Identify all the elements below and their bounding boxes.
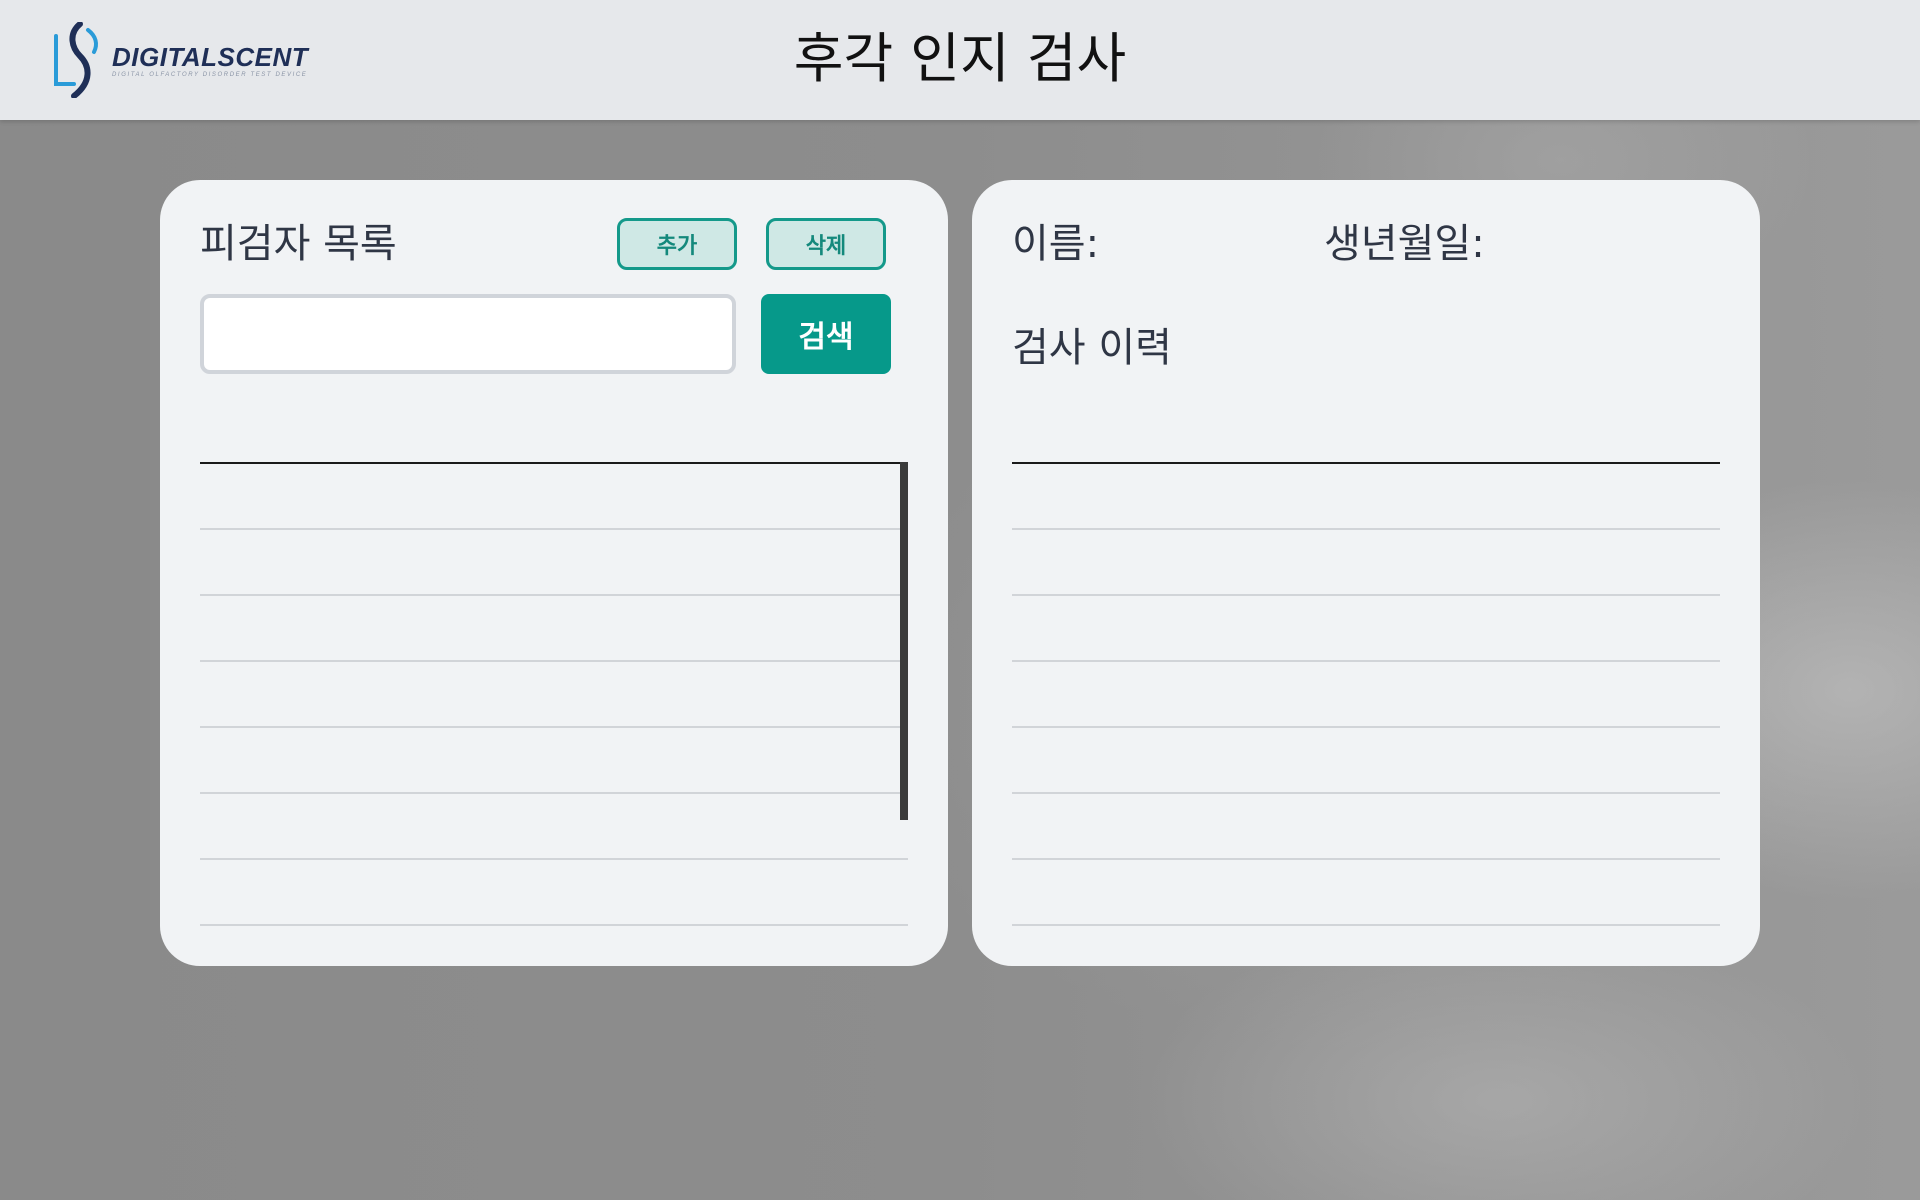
list-item[interactable] xyxy=(200,728,908,794)
table-row[interactable] xyxy=(1012,464,1720,530)
subject-search-input[interactable] xyxy=(200,294,736,374)
list-item[interactable] xyxy=(200,464,908,530)
table-row[interactable] xyxy=(1012,662,1720,728)
list-scrollbar[interactable] xyxy=(900,462,908,820)
search-button[interactable]: 검색 xyxy=(761,294,891,374)
table-row[interactable] xyxy=(1012,596,1720,662)
subject-list-panel: 피검자 목록 추가 삭제 검색 xyxy=(160,180,948,966)
list-item[interactable] xyxy=(200,662,908,728)
list-item[interactable] xyxy=(200,860,908,926)
list-item[interactable] xyxy=(200,530,908,596)
name-label: 이름: xyxy=(1012,221,1100,267)
table-row[interactable] xyxy=(1012,728,1720,794)
list-item[interactable] xyxy=(200,794,908,860)
subject-list xyxy=(200,462,908,926)
table-row[interactable] xyxy=(1012,794,1720,860)
test-history-list xyxy=(1012,462,1720,926)
page-title: 후각 인지 검사 xyxy=(793,27,1127,90)
delete-subject-button[interactable]: 삭제 xyxy=(766,218,886,270)
subject-detail-panel: 이름: 생년월일: 검사 이력 xyxy=(972,180,1760,966)
add-subject-button[interactable]: 추가 xyxy=(617,218,737,270)
table-row[interactable] xyxy=(1012,530,1720,596)
table-row[interactable] xyxy=(1012,860,1720,926)
birthdate-label: 생년월일: xyxy=(1324,221,1485,267)
list-item[interactable] xyxy=(200,596,908,662)
app-header: DIGITALSCENT DIGITAL OLFACTORY DISORDER … xyxy=(0,0,1920,120)
test-history-heading: 검사 이력 xyxy=(1012,325,1172,371)
subject-list-heading: 피검자 목록 xyxy=(200,221,397,267)
